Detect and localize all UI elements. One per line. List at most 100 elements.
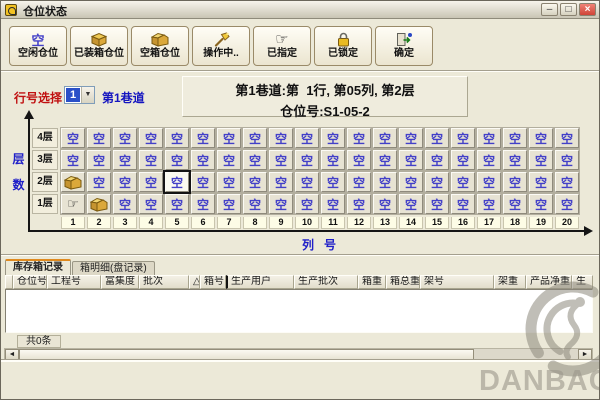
slot-cell-empty[interactable]: 空 xyxy=(269,128,293,148)
slot-cell-empty[interactable]: 空 xyxy=(425,194,449,214)
slot-cell-empty[interactable]: 空 xyxy=(139,128,163,148)
slot-cell-empty[interactable]: 空 xyxy=(321,172,345,192)
column-header[interactable]: 富集度 xyxy=(101,275,139,289)
maximize-icon[interactable]: □ xyxy=(560,3,577,16)
slot-cell-empty[interactable]: 空 xyxy=(269,150,293,170)
slot-cell-empty[interactable]: 空 xyxy=(373,128,397,148)
column-header[interactable]: △ xyxy=(189,275,200,289)
column-header[interactable]: 产品净重 xyxy=(526,275,572,289)
slot-cell-empty[interactable]: 空 xyxy=(191,172,215,192)
toolbar-button-empty-box-slot[interactable]: 空箱仓位 xyxy=(131,26,189,66)
slot-cell-empty[interactable]: 空 xyxy=(373,150,397,170)
slot-cell-empty[interactable]: 空 xyxy=(529,128,553,148)
slot-cell-empty[interactable]: 空 xyxy=(243,194,267,214)
slot-cell-empty[interactable]: 空 xyxy=(87,150,111,170)
slot-cell-empty[interactable]: 空 xyxy=(217,172,241,192)
toolbar-button-boxed-slot[interactable]: 已装箱仓位 xyxy=(70,26,128,66)
slot-cell-empty[interactable]: 空 xyxy=(425,150,449,170)
slot-cell-empty[interactable]: 空 xyxy=(165,150,189,170)
slot-cell-hand[interactable]: ☞ xyxy=(61,194,85,214)
slot-cell-empty[interactable]: 空 xyxy=(399,194,423,214)
slot-cell-empty[interactable]: 空 xyxy=(139,194,163,214)
slot-cell-empty[interactable]: 空 xyxy=(555,150,579,170)
column-header[interactable]: 生 xyxy=(572,275,593,289)
close-icon[interactable]: × xyxy=(579,3,596,16)
tab-2[interactable]: 箱明细(盘记录) xyxy=(72,261,155,275)
column-header[interactable]: 批次 xyxy=(139,275,189,289)
slot-cell-empty[interactable]: 空 xyxy=(321,194,345,214)
slot-cell-empty[interactable]: 空 xyxy=(477,150,501,170)
slot-cell-empty[interactable]: 空 xyxy=(451,172,475,192)
column-header[interactable]: 架重 xyxy=(494,275,526,289)
slot-cell-empty[interactable]: 空 xyxy=(477,194,501,214)
slot-cell-empty[interactable]: 空 xyxy=(321,150,345,170)
slot-cell-empty[interactable]: 空 xyxy=(347,150,371,170)
slot-cell-empty[interactable]: 空 xyxy=(555,172,579,192)
slot-cell-empty[interactable]: 空 xyxy=(373,172,397,192)
slot-cell-empty[interactable]: 空 xyxy=(243,128,267,148)
slot-cell-empty[interactable]: 空 xyxy=(399,150,423,170)
slot-cell-empty[interactable]: 空 xyxy=(373,194,397,214)
slot-cell-empty[interactable]: 空 xyxy=(347,172,371,192)
slot-cell-empty[interactable]: 空 xyxy=(295,128,319,148)
slot-cell-empty[interactable]: 空 xyxy=(347,194,371,214)
slot-cell-empty[interactable]: 空 xyxy=(555,128,579,148)
tab-1[interactable]: 库存箱记录 xyxy=(5,259,71,275)
slot-cell-empty[interactable]: 空 xyxy=(113,194,137,214)
column-header[interactable]: 生产批次 xyxy=(294,275,358,289)
slot-cell-empty[interactable]: 空 xyxy=(269,172,293,192)
slot-cell-empty[interactable]: 空 xyxy=(243,150,267,170)
column-header[interactable]: 箱重 xyxy=(358,275,386,289)
slot-cell-empty[interactable]: 空 xyxy=(217,128,241,148)
toolbar-button-free-slot[interactable]: 空空闲仓位 xyxy=(9,26,67,66)
slot-cell-empty[interactable]: 空 xyxy=(61,128,85,148)
toolbar-button-operating[interactable]: 操作中.. xyxy=(192,26,250,66)
slot-cell-empty[interactable]: 空 xyxy=(555,194,579,214)
slot-cell-empty[interactable]: 空 xyxy=(139,172,163,192)
slot-cell-empty[interactable]: 空 xyxy=(451,194,475,214)
slot-cell-empty[interactable]: 空 xyxy=(217,150,241,170)
slot-cell-empty[interactable]: 空 xyxy=(503,128,527,148)
slot-cell-empty[interactable]: 空 xyxy=(295,194,319,214)
column-header[interactable]: 生产用户 xyxy=(226,275,294,289)
slot-cell-empty[interactable]: 空 xyxy=(503,150,527,170)
slot-cell-empty[interactable]: 空 xyxy=(399,172,423,192)
slot-cell-selected[interactable]: 空 xyxy=(165,172,189,192)
row-select-dropdown[interactable]: 1 ▼ xyxy=(64,86,95,104)
slot-cell-empty[interactable]: 空 xyxy=(113,172,137,192)
column-header[interactable]: 箱总重 xyxy=(386,275,420,289)
slot-cell-empty[interactable]: 空 xyxy=(87,128,111,148)
slot-cell-empty[interactable]: 空 xyxy=(139,150,163,170)
slot-cell-empty[interactable]: 空 xyxy=(529,172,553,192)
slot-cell-empty[interactable]: 空 xyxy=(451,128,475,148)
slot-cell-empty[interactable]: 空 xyxy=(503,172,527,192)
slot-cell-empty[interactable]: 空 xyxy=(191,128,215,148)
column-header[interactable]: 工程号 xyxy=(47,275,101,289)
slot-cell-empty[interactable]: 空 xyxy=(113,150,137,170)
slot-cell-empty[interactable]: 空 xyxy=(243,172,267,192)
column-header[interactable]: 仓位号 xyxy=(13,275,47,289)
slot-cell-empty[interactable]: 空 xyxy=(191,150,215,170)
slot-cell-empty[interactable]: 空 xyxy=(529,150,553,170)
chevron-down-icon[interactable]: ▼ xyxy=(81,87,94,103)
slot-cell-empty[interactable]: 空 xyxy=(269,194,293,214)
slot-cell-empty[interactable]: 空 xyxy=(295,172,319,192)
slot-cell-empty[interactable]: 空 xyxy=(503,194,527,214)
slot-cell-empty[interactable]: 空 xyxy=(165,194,189,214)
column-header[interactable] xyxy=(5,275,13,289)
minimize-icon[interactable]: – xyxy=(541,3,558,16)
slot-cell-open-box[interactable] xyxy=(87,194,111,214)
slot-cell-empty[interactable]: 空 xyxy=(477,128,501,148)
slot-cell-open-box[interactable] xyxy=(61,172,85,192)
slot-cell-empty[interactable]: 空 xyxy=(399,128,423,148)
slot-cell-empty[interactable]: 空 xyxy=(321,128,345,148)
toolbar-button-designated[interactable]: ☞已指定 xyxy=(253,26,311,66)
slot-cell-empty[interactable]: 空 xyxy=(295,150,319,170)
slot-cell-empty[interactable]: 空 xyxy=(87,172,111,192)
toolbar-button-locked[interactable]: 已锁定 xyxy=(314,26,372,66)
column-header[interactable]: 箱号 xyxy=(200,275,226,289)
slot-cell-empty[interactable]: 空 xyxy=(477,172,501,192)
slot-cell-empty[interactable]: 空 xyxy=(165,128,189,148)
slot-cell-empty[interactable]: 空 xyxy=(113,128,137,148)
toolbar-button-confirm[interactable]: 确定 xyxy=(375,26,433,66)
